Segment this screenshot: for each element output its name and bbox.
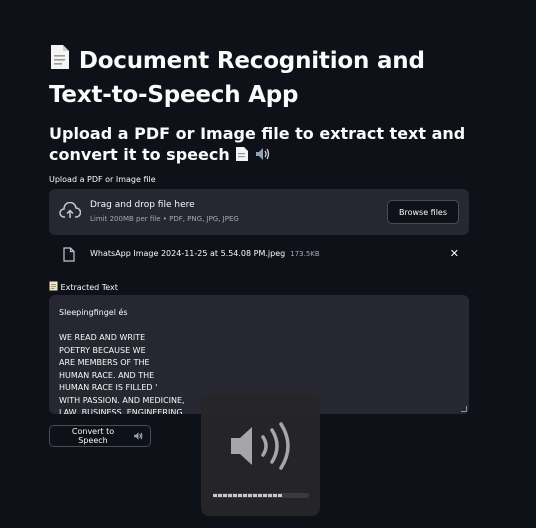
volume-segment xyxy=(218,494,222,497)
file-icon xyxy=(63,247,75,266)
dropzone-title: Drag and drop file here xyxy=(90,200,195,210)
extracted-text-label-text: Extracted Text xyxy=(60,283,118,292)
uploaded-file-name: WhatsApp Image 2024-11-25 at 5.54.08 PM.… xyxy=(90,249,286,258)
speaker-emoji-icon xyxy=(255,146,271,167)
volume-segment xyxy=(263,494,267,497)
volume-segment xyxy=(248,494,252,497)
volume-level-bar xyxy=(213,493,309,498)
browse-files-button[interactable]: Browse files xyxy=(387,200,459,224)
page-title-text: Document Recognition and Text-to-Speech … xyxy=(49,48,425,108)
volume-segment xyxy=(268,494,272,497)
volume-segment xyxy=(223,494,227,497)
convert-to-speech-label: Convert to Speech xyxy=(71,427,115,445)
volume-overlay xyxy=(201,394,320,516)
uploader-label: Upload a PDF or Image file xyxy=(49,175,156,184)
uploaded-file-size: 173.5KB xyxy=(290,250,320,258)
volume-segment xyxy=(253,494,257,497)
volume-segment xyxy=(243,494,247,497)
volume-level-fill xyxy=(213,493,288,498)
upload-cloud-icon xyxy=(59,201,82,224)
speaker-emoji-icon xyxy=(133,431,144,442)
convert-to-speech-button[interactable]: Convert to Speech xyxy=(49,425,151,447)
uploaded-file-info: WhatsApp Image 2024-11-25 at 5.54.08 PM.… xyxy=(90,249,320,258)
memo-emoji-icon xyxy=(49,281,61,292)
volume-segment xyxy=(228,494,232,497)
resize-handle[interactable] xyxy=(461,406,467,412)
volume-segment xyxy=(238,494,242,497)
page-title: Document Recognition and Text-to-Speech … xyxy=(49,44,489,111)
file-dropzone[interactable]: Drag and drop file here Limit 200MB per … xyxy=(49,189,469,235)
document-emoji-icon xyxy=(49,44,71,79)
dropzone-limit-text: Limit 200MB per file • PDF, PNG, JPG, JP… xyxy=(90,215,239,223)
volume-segment xyxy=(278,494,282,497)
volume-icon xyxy=(229,421,295,475)
uploaded-file-row: WhatsApp Image 2024-11-25 at 5.54.08 PM.… xyxy=(49,243,469,267)
volume-segment xyxy=(233,494,237,497)
page-subtitle: Upload a PDF or Image file to extract te… xyxy=(49,123,489,167)
close-icon[interactable]: ✕ xyxy=(450,247,459,260)
volume-segment xyxy=(273,494,277,497)
extracted-text-label: Extracted Text xyxy=(49,281,118,292)
volume-segment xyxy=(213,494,217,497)
document-emoji-icon xyxy=(235,146,249,167)
volume-segment xyxy=(258,494,262,497)
